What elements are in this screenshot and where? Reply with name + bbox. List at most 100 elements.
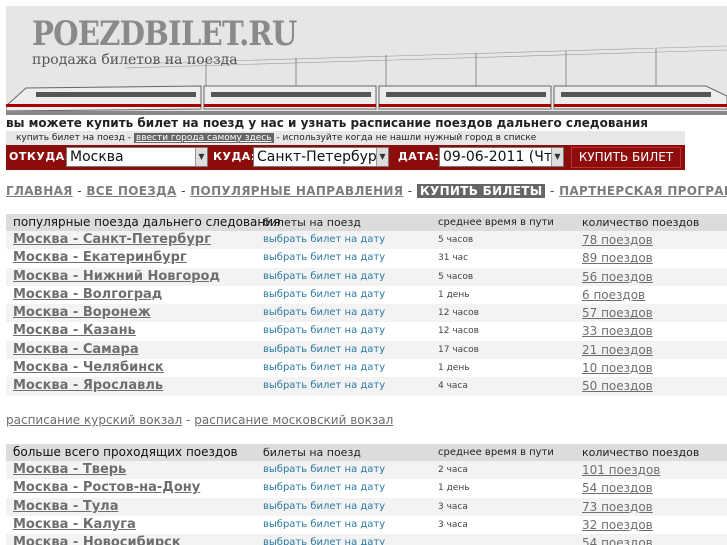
- from-select[interactable]: Москва ▼: [66, 147, 208, 167]
- table-row: Москва - Самара выбрать билет на дату 17 ч…: [6, 340, 727, 360]
- table-header: популярные поезда дальнего следования би…: [6, 214, 727, 231]
- train-count-link[interactable]: 54 поездов: [582, 534, 653, 545]
- header-time: среднее время в пути: [438, 217, 554, 228]
- station-separator: -: [186, 413, 191, 427]
- date-value: 09-06-2011 (Чт): [443, 149, 558, 165]
- travel-time: 1 день: [438, 289, 470, 300]
- train-count-link[interactable]: 50 поездов: [582, 377, 653, 395]
- nav-all-trains[interactable]: ВСЕ ПОЕЗДА: [86, 184, 176, 198]
- choose-date-link[interactable]: выбрать билет на дату: [263, 516, 385, 534]
- table-row: Москва - Тула выбрать билет на дату 3 часа…: [6, 497, 727, 516]
- hint-suffix: - используйте когда не нашли нужный горо…: [276, 133, 537, 143]
- route-link[interactable]: Москва - Екатеринбург: [13, 249, 187, 267]
- table-body: Москва - Санкт-Петербург выбрать билет на…: [6, 231, 727, 396]
- route-link[interactable]: Москва - Тверь: [13, 461, 126, 479]
- nav-buy-tickets[interactable]: КУПИТЬ БИЛЕТЫ: [416, 184, 546, 198]
- from-value: Москва: [70, 149, 124, 165]
- travel-time: 12 часов: [438, 308, 479, 319]
- nav-popular[interactable]: ПОПУЛЯРНЫЕ НАПРАВЛЕНИЯ: [190, 184, 403, 198]
- table-row: Москва - Волгоград выбрать билет на дату 1…: [6, 286, 727, 304]
- train-count-link[interactable]: 32 поездов: [582, 516, 653, 534]
- choose-date-link[interactable]: выбрать билет на дату: [263, 304, 385, 322]
- route-link[interactable]: Москва - Волгоград: [13, 286, 162, 304]
- table-row: Москва - Тверь выбрать билет на дату 2 час…: [6, 461, 727, 480]
- popular-trains-table: популярные поезда дальнего следования би…: [6, 214, 727, 396]
- table-row: Москва - Екатеринбург выбрать билет на да…: [6, 249, 727, 267]
- choose-date-link[interactable]: выбрать билет на дату: [263, 341, 385, 359]
- moskovsky-station-link[interactable]: расписание московский вокзал: [194, 413, 393, 427]
- route-link[interactable]: Москва - Ярославль: [13, 377, 163, 395]
- route-link[interactable]: Москва - Воронеж: [13, 304, 151, 322]
- table-row: Москва - Санкт-Петербург выбрать билет на…: [6, 231, 727, 250]
- train-count-link[interactable]: 57 поездов: [582, 304, 653, 322]
- route-link[interactable]: Москва - Казань: [13, 322, 136, 340]
- route-link[interactable]: Москва - Санкт-Петербург: [13, 231, 211, 249]
- search-hint: купить билет на поезд - ввести города са…: [6, 131, 685, 145]
- table-row: Москва - Казань выбрать билет на дату 12 ч…: [6, 322, 727, 340]
- train-count-link[interactable]: 21 поездов: [582, 341, 653, 359]
- manual-city-link[interactable]: ввести города самому здесь: [133, 133, 274, 143]
- choose-date-link[interactable]: выбрать билет на дату: [263, 479, 385, 497]
- choose-date-link[interactable]: выбрать билет на дату: [263, 461, 385, 479]
- from-label: ОТКУДА:: [9, 150, 70, 163]
- train-count-link[interactable]: 78 поездов: [582, 231, 653, 249]
- station-links: расписание курский вокзал - расписание м…: [6, 413, 393, 427]
- train-count-link[interactable]: 33 поездов: [582, 322, 653, 340]
- nav-separator: -: [407, 184, 413, 198]
- table-row: Москва - Ростов-на-Дону выбрать билет на …: [6, 479, 727, 497]
- logo-title[interactable]: POEZDBILET.RU: [32, 14, 297, 54]
- travel-time: 4 часа: [438, 381, 468, 392]
- logo-subtitle: продажа билетов на поезда: [32, 52, 238, 68]
- choose-date-link[interactable]: выбрать билет на дату: [263, 534, 385, 545]
- table-row: Москва - Челябинск выбрать билет на дату 1…: [6, 359, 727, 377]
- route-link[interactable]: Москва - Новосибирск: [13, 534, 181, 545]
- buy-ticket-button[interactable]: КУПИТЬ БИЛЕТ: [571, 147, 681, 168]
- route-link[interactable]: Москва - Нижний Новгород: [13, 268, 220, 286]
- train-count-link[interactable]: 101 поездов: [582, 461, 660, 479]
- chevron-down-icon[interactable]: ▼: [195, 148, 207, 166]
- choose-date-link[interactable]: выбрать билет на дату: [263, 286, 385, 304]
- train-count-link[interactable]: 10 поездов: [582, 359, 653, 377]
- route-link[interactable]: Москва - Тула: [13, 498, 118, 516]
- train-count-link[interactable]: 56 поездов: [582, 268, 653, 286]
- table-row: Москва - Калуга выбрать билет на дату 3 ча…: [6, 516, 727, 534]
- route-link[interactable]: Москва - Самара: [13, 341, 139, 359]
- to-label: КУДА:: [213, 150, 256, 163]
- search-bar: ОТКУДА: Москва ▼ КУДА: Санкт-Петербург ▼…: [6, 145, 685, 170]
- travel-time: 31 час: [438, 253, 469, 264]
- table-row: Москва - Воронеж выбрать билет на дату 12 …: [6, 304, 727, 323]
- choose-date-link[interactable]: выбрать билет на дату: [263, 322, 385, 340]
- date-label: ДАТА:: [398, 150, 440, 163]
- chevron-down-icon[interactable]: ▼: [551, 148, 563, 166]
- route-link[interactable]: Москва - Челябинск: [13, 359, 164, 377]
- passing-trains-table: больше всего проходящих поездов билеты н…: [6, 444, 727, 545]
- header-count: количество поездов: [582, 446, 700, 459]
- date-select[interactable]: 09-06-2011 (Чт) ▼: [439, 147, 564, 167]
- choose-date-link[interactable]: выбрать билет на дату: [263, 231, 385, 249]
- table-row: Москва - Ярославль выбрать билет на дату 4…: [6, 377, 727, 396]
- route-link[interactable]: Москва - Калуга: [13, 516, 136, 534]
- travel-time: 12 часов: [438, 326, 479, 337]
- chevron-down-icon[interactable]: ▼: [376, 148, 388, 166]
- choose-date-link[interactable]: выбрать билет на дату: [263, 249, 385, 267]
- nav-home[interactable]: ГЛАВНАЯ: [6, 184, 73, 198]
- train-count-link[interactable]: 54 поездов: [582, 479, 653, 497]
- train-count-link[interactable]: 73 поездов: [582, 498, 653, 516]
- travel-time: 5 часов: [438, 271, 474, 282]
- to-select[interactable]: Санкт-Петербург ▼: [253, 147, 389, 167]
- to-value: Санкт-Петербург: [257, 149, 385, 165]
- header-count: количество поездов: [582, 216, 700, 229]
- choose-date-link[interactable]: выбрать билет на дату: [263, 377, 385, 395]
- choose-date-link[interactable]: выбрать билет на дату: [263, 359, 385, 377]
- header-time: среднее время в пути: [438, 447, 554, 458]
- train-count-link[interactable]: 89 поездов: [582, 249, 653, 267]
- page-tagline: вы можете купить билет на поезд у нас и …: [6, 116, 648, 130]
- train-count-link[interactable]: 6 поездов: [582, 286, 645, 304]
- choose-date-link[interactable]: выбрать билет на дату: [263, 268, 385, 286]
- hint-prefix: купить билет на поезд -: [16, 133, 132, 143]
- nav-partner[interactable]: ПАРТНЕРСКАЯ ПРОГРАММА: [559, 184, 727, 198]
- kursky-station-link[interactable]: расписание курский вокзал: [6, 413, 182, 427]
- choose-date-link[interactable]: выбрать билет на дату: [263, 498, 385, 516]
- route-link[interactable]: Москва - Ростов-на-Дону: [13, 479, 200, 497]
- travel-time: 1 день: [438, 483, 470, 494]
